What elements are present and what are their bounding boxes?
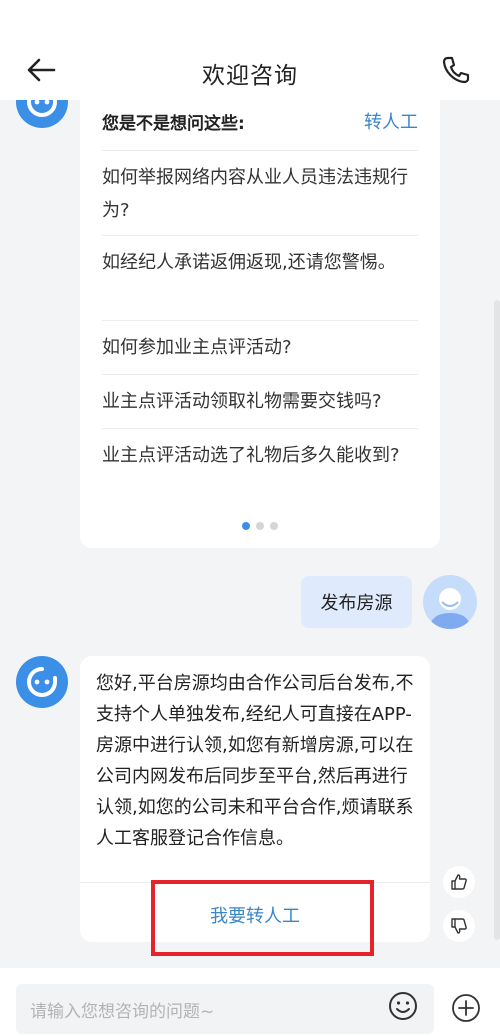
emoji-button[interactable] [387, 990, 419, 1022]
bot-answer-text: 您好,平台房源均由合作公司后台发布,不支持个人单独发布,经纪人可直接在APP-房… [96, 673, 414, 849]
input-bar: 请输入您想咨询的问题~ [0, 968, 500, 1036]
more-button[interactable] [451, 993, 481, 1023]
top-bar: 欢迎咨询 [0, 0, 500, 100]
dislike-button[interactable] [443, 910, 475, 942]
user-avatar-icon [429, 588, 471, 629]
suggestion-item[interactable]: 如何参加业主点评活动? [102, 320, 418, 364]
plus-circle-icon [452, 994, 480, 1022]
highlight-box [151, 880, 374, 956]
user-avatar [423, 575, 477, 629]
suggestion-item[interactable]: 如经纪人承诺返佣返现,还请您警惕。 [102, 235, 418, 279]
page-title: 欢迎咨询 [202, 63, 298, 89]
page-dot[interactable] [270, 522, 278, 530]
suggestion-item[interactable]: 业主点评活动选了礼物后多久能收到? [102, 428, 418, 472]
call-button[interactable] [442, 55, 470, 85]
suggestions-header: 您是不是想问这些: 转人工 [102, 100, 418, 142]
emoji-icon [389, 992, 417, 1020]
thumbs-up-icon [451, 874, 467, 890]
input-placeholder: 请输入您想咨询的问题~ [30, 1002, 215, 1022]
suggestion-item[interactable]: 如何举报网络内容从业人员违法违规行为? [102, 150, 418, 227]
bot-avatar [16, 656, 68, 708]
suggestion-item[interactable]: 业主点评活动领取礼物需要交钱吗? [102, 374, 418, 418]
bot-face-icon [27, 667, 57, 697]
transfer-human-link[interactable]: 转人工 [364, 108, 418, 134]
phone-icon [442, 56, 470, 84]
chat-scrollbar[interactable] [494, 300, 500, 940]
user-message-bubble: 发布房源 [301, 576, 412, 628]
suggestions-title: 您是不是想问这些: [102, 113, 245, 134]
page-indicator [80, 522, 440, 530]
like-button[interactable] [443, 866, 475, 898]
page-dot[interactable] [256, 522, 264, 530]
page-dot-active[interactable] [242, 522, 250, 530]
thumbs-down-icon [451, 918, 467, 934]
suggestions-card: 您是不是想问这些: 转人工 如何举报网络内容从业人员违法违规行为? 如经纪人承诺… [80, 90, 440, 548]
